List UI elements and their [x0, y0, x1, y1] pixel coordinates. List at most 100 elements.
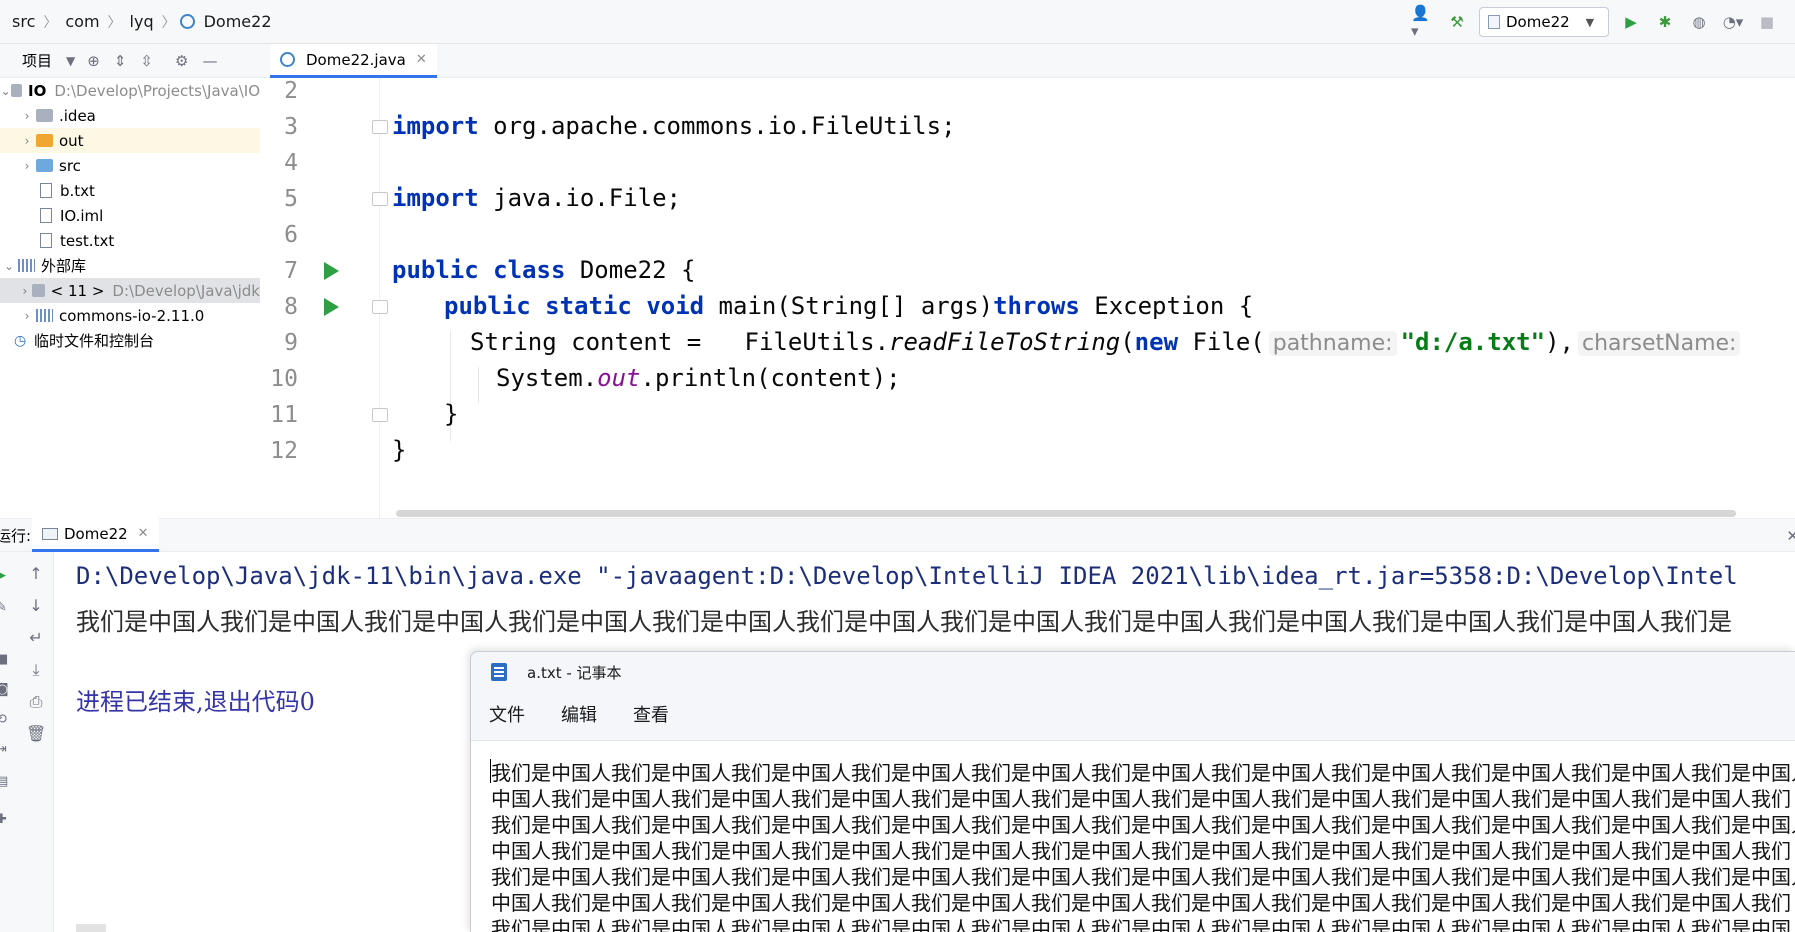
scrollbar-thumb[interactable] [396, 510, 1736, 517]
tree-item-label: 外部库 [41, 257, 87, 275]
menu-edit[interactable]: 编辑 [561, 701, 597, 727]
run-config-select[interactable]: Dome22 ▼ [1479, 7, 1609, 37]
project-panel-title[interactable]: 项目 [0, 50, 52, 71]
wrench-icon[interactable]: ✎ [0, 600, 10, 615]
tab-dome22-java[interactable]: Dome22.java ✕ [270, 44, 437, 78]
print-icon[interactable]: ⎙ [26, 692, 46, 712]
code-text: java.io.File; [478, 184, 681, 212]
scroll-to-end-icon[interactable]: ⤓ [26, 660, 46, 680]
chevron-down-icon[interactable]: ▼ [66, 54, 75, 68]
tree-item-path: D:\Develop\Projects\Java\IO [54, 81, 260, 100]
soft-wrap-icon[interactable]: ↵ [26, 628, 46, 648]
export-icon[interactable]: ⇥ [0, 742, 10, 757]
run-gutter-icon[interactable] [324, 298, 339, 316]
tree-item-label: .idea [59, 106, 96, 125]
debug-icon[interactable]: ✱ [1653, 10, 1677, 34]
build-hammer-icon[interactable]: ⚒ [1445, 10, 1469, 34]
notepad-title-bar[interactable]: a.txt - 记事本 [471, 652, 1795, 692]
run-gutter-icon[interactable] [324, 262, 339, 280]
profiler-icon[interactable]: ◔▾ [1721, 10, 1745, 34]
parameter-hint: pathname: [1268, 331, 1397, 356]
run-tab-label: Dome22 [64, 524, 128, 543]
breadcrumb-com[interactable]: com [61, 12, 103, 31]
run-toolbar: ▶ ✎ ■ ◙ ⟲ ⇥ ▤ ✚ ↑ ↓ ↵ ⤓ ⎙ 🗑 [0, 552, 54, 932]
arrow-down-icon[interactable]: ↓ [26, 596, 46, 616]
parameter-hint: charsetName: [1577, 331, 1741, 356]
menu-view[interactable]: 查看 [633, 701, 669, 727]
tree-item-io[interactable]: ⌄ IO D:\Develop\Projects\Java\IO [0, 78, 260, 103]
coverage-icon[interactable]: ◍ [1687, 10, 1711, 34]
chevron-right-icon[interactable]: › [18, 109, 36, 123]
console-command-line: D:\Develop\Java\jdk-11\bin\java.exe "-ja… [76, 562, 1738, 590]
chevron-right-icon[interactable]: › [18, 309, 36, 323]
stop-icon[interactable]: ■ [1755, 10, 1779, 34]
breadcrumb-dome22[interactable]: Dome22 [200, 12, 276, 31]
code-text: org.apache.commons.io.FileUtils; [478, 112, 956, 140]
code-text: ), [1545, 328, 1574, 356]
notepad-window[interactable]: a.txt - 记事本 文件 编辑 查看 我们是中国人我们是中国人我们是中国人我… [470, 651, 1795, 932]
layout-icon[interactable]: ▤ [0, 774, 10, 789]
close-icon[interactable]: ✕ [138, 526, 149, 541]
breadcrumb-lyq[interactable]: lyq [126, 12, 158, 31]
chevron-right-icon[interactable]: › [18, 284, 32, 298]
pin-icon[interactable]: ✚ [0, 812, 10, 827]
restore-icon[interactable]: ⟲ [0, 712, 10, 727]
console-program-output: 我们是中国人我们是中国人我们是中国人我们是中国人我们是中国人我们是中国人我们是中… [76, 608, 1732, 636]
code-text: main(String[] args) [704, 292, 994, 320]
chevron-right-icon[interactable]: › [18, 159, 36, 173]
tree-item-idea[interactable]: › .idea [0, 103, 260, 128]
line-number: 4 [284, 150, 298, 176]
user-icon[interactable]: 👤▾ [1411, 4, 1435, 40]
tree-item-scratches[interactable]: ◷ 临时文件和控制台 [0, 328, 260, 353]
tree-item-jdk[interactable]: › < 11 > D:\Develop\Java\jdk [0, 278, 260, 303]
tree-item-out[interactable]: › out [0, 128, 260, 153]
close-icon[interactable]: ✕ [416, 52, 427, 67]
chevron-down-icon[interactable]: ⌄ [0, 84, 11, 98]
tree-item-label: IO [28, 81, 47, 100]
fold-icon[interactable] [372, 120, 388, 134]
chevron-down-icon[interactable]: ⌄ [0, 259, 18, 273]
tree-item-commons-io[interactable]: › commons-io-2.11.0 [0, 303, 260, 328]
keyword: class [493, 256, 566, 284]
fold-icon[interactable] [372, 192, 388, 206]
tree-item-label: test.txt [60, 231, 115, 250]
tab-run-dome22[interactable]: Dome22 ✕ [32, 518, 159, 552]
arrow-up-icon[interactable]: ↑ [26, 564, 46, 584]
camera-icon[interactable]: ◙ [0, 682, 10, 697]
tree-item-external-libraries[interactable]: ⌄ 外部库 [0, 253, 260, 278]
tree-item-src[interactable]: › src [0, 153, 260, 178]
trash-icon[interactable]: 🗑 [26, 724, 46, 744]
java-class-icon [179, 14, 195, 29]
code-text: .println(content); [640, 364, 901, 392]
run-icon[interactable]: ▶ [1619, 10, 1643, 34]
notepad-text-area[interactable]: 我们是中国人我们是中国人我们是中国人我们是中国人我们是中国人我们是中国人我们是中… [471, 740, 1795, 932]
minimize-icon[interactable]: — [202, 52, 217, 70]
menu-file[interactable]: 文件 [489, 701, 525, 727]
locate-icon[interactable]: ⊕ [87, 52, 100, 70]
tree-item-b-txt[interactable]: b.txt [0, 178, 260, 203]
fold-icon[interactable] [372, 408, 388, 422]
code-text: String content = FileUtils. [470, 328, 890, 356]
editor-horizontal-scrollbar[interactable] [260, 508, 1795, 518]
console-scrollbar-thumb[interactable] [76, 924, 106, 932]
breadcrumb-src[interactable]: src [8, 12, 39, 31]
run-config-label: Dome22 [1506, 13, 1570, 31]
collapse-all-icon[interactable]: ⇳ [140, 52, 153, 70]
expand-all-icon[interactable]: ⇕ [114, 52, 127, 70]
code-text: System. [496, 364, 598, 392]
chevron-right-icon[interactable]: › [18, 134, 36, 148]
tree-item-test-txt[interactable]: test.txt [0, 228, 260, 253]
line-number: 6 [284, 222, 298, 248]
folder-icon [36, 159, 53, 172]
rerun-icon[interactable]: ▶ [0, 568, 10, 583]
gear-icon[interactable]: ⚙ [175, 52, 188, 70]
notepad-text-line: 我们是中国人我们是中国人我们是中国人我们是中国人我们是中国人我们是中国人我们是中… [491, 917, 1795, 932]
stop-icon[interactable]: ■ [0, 652, 10, 667]
chevron-right-icon: 〉 [107, 14, 122, 31]
fold-icon[interactable] [372, 300, 388, 314]
indent-guide [478, 367, 479, 403]
code-editor[interactable]: 2 3 4 5 6 7 8 9 10 11 12 import org.apac… [260, 78, 1795, 518]
tree-item-io-iml[interactable]: IO.iml [0, 203, 260, 228]
close-icon[interactable]: ✕ [1786, 527, 1795, 545]
keyword: public [444, 292, 531, 320]
